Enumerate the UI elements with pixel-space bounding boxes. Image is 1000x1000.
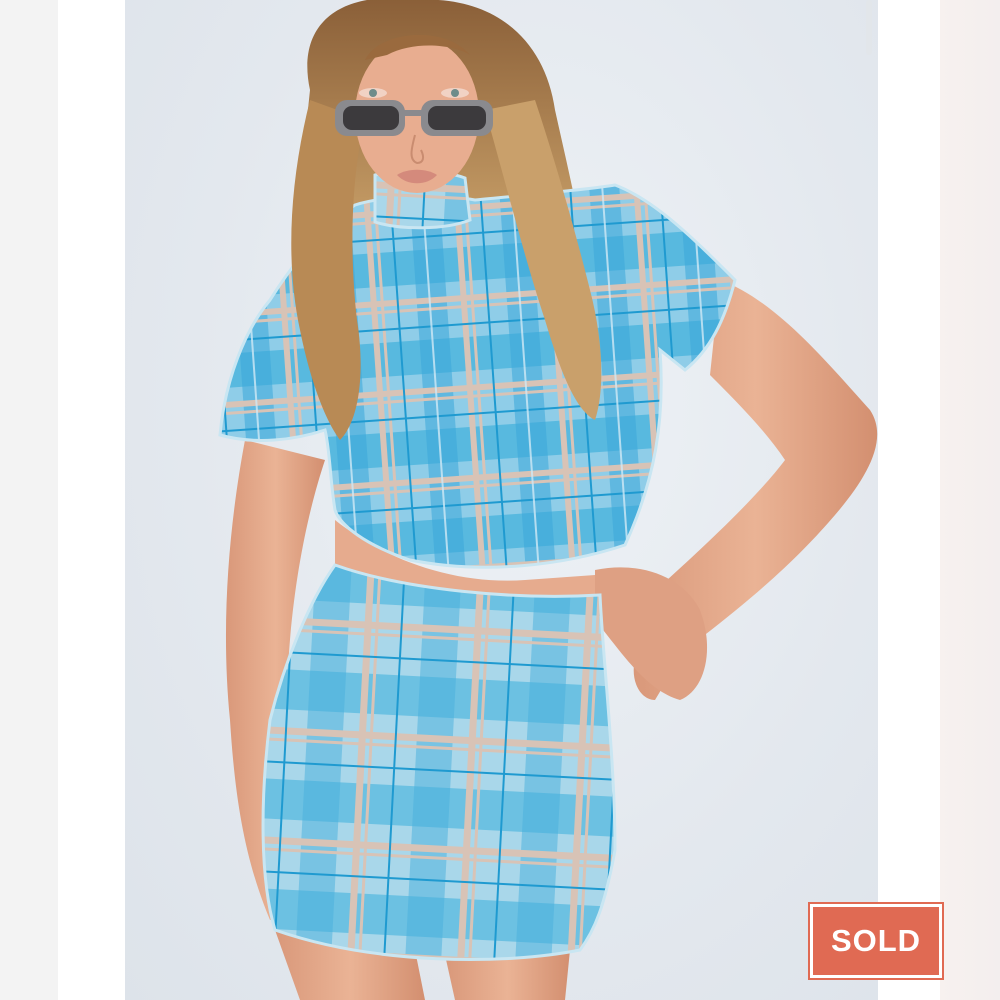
product-photo[interactable] <box>125 0 878 1000</box>
scroll-indicator <box>866 0 872 55</box>
sold-label: SOLD <box>830 923 922 958</box>
product-illustration <box>218 0 878 1000</box>
skirt <box>261 563 617 962</box>
sold-badge: SOLD <box>808 902 944 980</box>
